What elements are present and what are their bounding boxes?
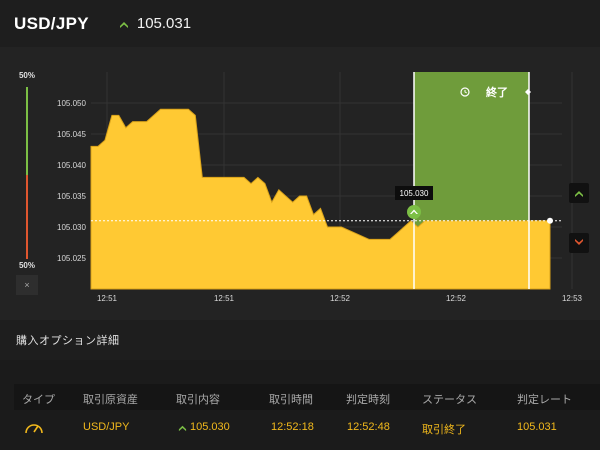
y-tick-label: 105.045 — [57, 130, 86, 139]
x-tick-label: 12:52 — [446, 294, 467, 303]
y-tick-label: 105.035 — [57, 192, 86, 201]
up-arrow-icon — [119, 21, 128, 28]
price-chart: 終了 105.030 105.050105.045105.040105.0351… — [57, 72, 583, 303]
col-asset: 取引原資産 — [83, 394, 138, 406]
x-tick-label: 12:52 — [330, 294, 351, 303]
details-table: タイプ 取引原資産 取引内容 取引時間 判定時刻 ステータス 判定レート USD… — [0, 360, 600, 450]
up-arrow-icon — [575, 191, 583, 197]
down-arrow-icon — [575, 239, 583, 245]
col-content: 取引内容 — [176, 394, 220, 406]
cell-judge-time: 12:52:48 — [347, 421, 390, 433]
col-judge-rate: 判定レート — [517, 394, 572, 406]
cell-status: 取引終了 — [422, 424, 466, 436]
details-section-header: 購入オプション詳細 — [0, 320, 600, 360]
col-judge-time: 判定時刻 — [346, 394, 390, 406]
chart-panel: 50% 50% × 終了 105.030 105.050 105.045 105.0… — [0, 47, 600, 320]
pair-title: USD/JPY — [14, 13, 89, 33]
y-axis: 105.050 105.045 105.040 105.035 105.030 105.0… — [57, 99, 86, 263]
table-row[interactable]: USD/JPY 105.030 12:52:18 12:52:48 取引終了 1… — [14, 414, 600, 440]
x-tick-label: 12:51 — [214, 294, 235, 303]
y-tick-label: 105.030 — [57, 223, 86, 232]
expiry-label: 終了 — [486, 85, 508, 99]
x-tick-label: 12:53 — [562, 294, 583, 303]
low-button[interactable] — [569, 233, 589, 253]
high-button[interactable] — [569, 183, 589, 203]
table-header: タイプ 取引原資産 取引内容 取引時間 判定時刻 ステータス 判定レート — [14, 384, 600, 410]
price-tooltip: 105.030 — [400, 189, 429, 198]
x-tick-label: 12:51 — [97, 294, 118, 303]
x-axis: 12:51 12:51 12:52 12:52 12:53 — [97, 294, 583, 303]
cell-trade-time: 12:52:18 — [271, 421, 314, 433]
section-title: 購入オプション詳細 — [16, 335, 120, 347]
cell-content: 105.030 — [190, 421, 230, 433]
y-tick-label: 105.040 — [57, 161, 86, 170]
y-tick-label: 105.050 — [57, 99, 86, 108]
current-rate: 105.031 — [136, 15, 192, 32]
col-trade-time: 取引時間 — [269, 394, 313, 406]
col-status: ステータス — [422, 394, 477, 406]
y-tick-label: 105.025 — [57, 254, 86, 263]
current-rate-dot — [547, 217, 553, 224]
cell-judge-rate: 105.031 — [517, 421, 557, 433]
up-arrow-icon — [178, 425, 187, 432]
gauge-icon — [25, 424, 43, 434]
col-type: タイプ — [22, 394, 55, 406]
entry-point — [407, 205, 421, 219]
cell-asset: USD/JPY — [83, 421, 130, 433]
header-bar: USD/JPY 105.031 — [0, 0, 600, 47]
